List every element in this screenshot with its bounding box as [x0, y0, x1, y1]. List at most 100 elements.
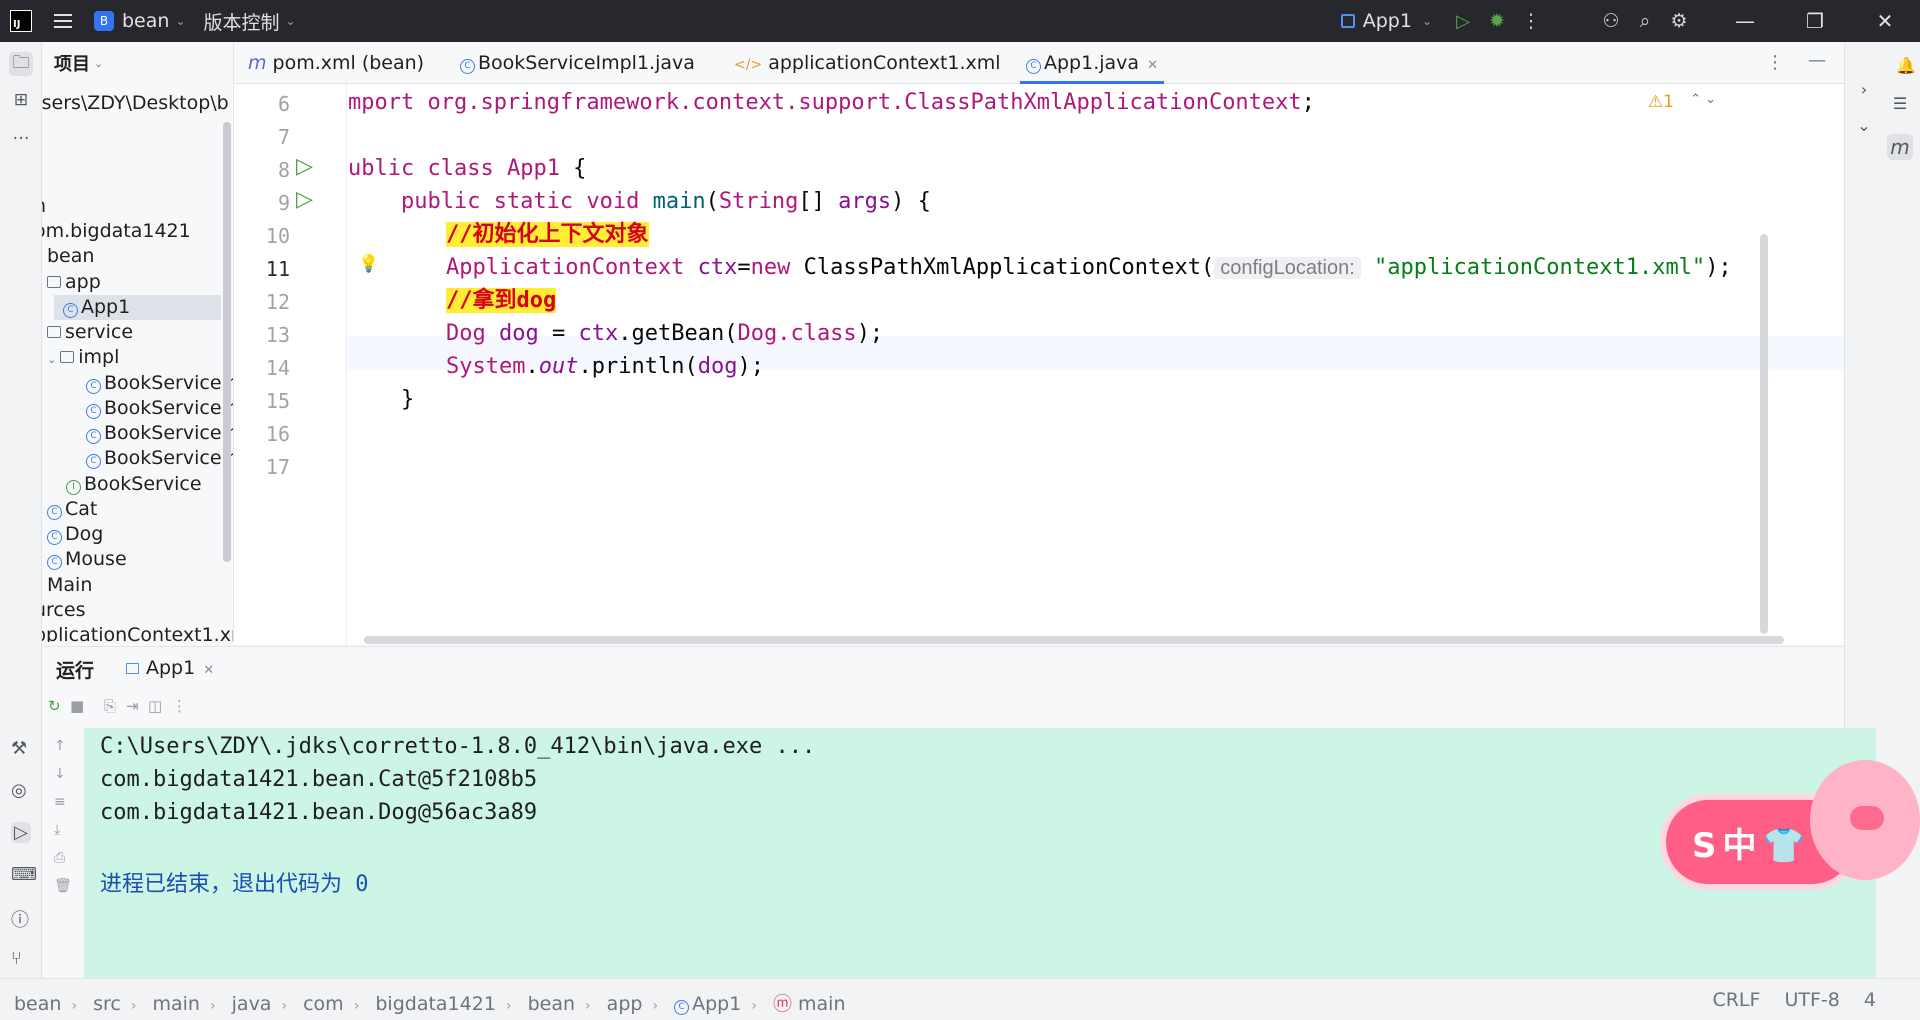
run-tool-icon[interactable]: ▷ — [11, 822, 31, 843]
lightbulb-icon[interactable]: 💡 — [358, 254, 379, 274]
minimize-button[interactable]: — — [1710, 9, 1780, 33]
run-icon[interactable]: ▷ — [1446, 11, 1480, 32]
scroll-down-icon[interactable]: ↓ — [54, 766, 66, 782]
code-editor[interactable]: 6 7 8 9 10 11 12 13 14 15 16 17 ▷ ▷ 💡 mp… — [234, 84, 1844, 644]
project-panel-header[interactable]: 项目 ⌄ — [42, 42, 233, 84]
tree-item-app[interactable]: app — [47, 270, 101, 295]
tree-item-dog[interactable]: C Dog — [47, 522, 103, 547]
structure-tool-icon[interactable]: ⊞ — [9, 88, 33, 112]
settings-icon[interactable]: ⚙ — [1662, 10, 1696, 32]
git-icon[interactable]: ⑂ — [11, 948, 22, 969]
tree-item[interactable]: C BookServiceIn — [86, 446, 233, 471]
tree-item-service[interactable]: service — [47, 320, 133, 345]
restore-button[interactable]: ❐ — [1780, 9, 1850, 33]
search-icon[interactable]: ⌕ — [1628, 10, 1662, 32]
chevron-down-icon[interactable]: ⌄ — [1851, 112, 1877, 138]
indent-widget[interactable]: 4 — [1864, 989, 1876, 1011]
camera-icon[interactable]: ⎘ — [104, 697, 116, 715]
tab-applicationcontext1[interactable]: </> applicationContext1.xml — [734, 42, 1001, 84]
tree-item[interactable]: C BookServiceIn — [86, 371, 233, 396]
more-icon[interactable]: ⋮ — [172, 697, 187, 715]
project-name[interactable]: bean — [122, 10, 169, 32]
tab-pom-xml[interactable]: m pom.xml (bean) — [248, 42, 424, 84]
tree-item[interactable]: om.bigdata1421 — [42, 219, 191, 244]
chevron-down-icon[interactable]: ⌄ — [47, 353, 56, 366]
chevron-right-icon[interactable]: › — [1851, 76, 1877, 102]
editor-horizontal-scrollbar[interactable] — [364, 636, 1784, 644]
soft-wrap-icon[interactable]: ≡ — [54, 794, 66, 810]
breadcrumb-item[interactable]: App1 — [692, 993, 741, 1015]
close-tab-icon[interactable]: ✕ — [1147, 58, 1158, 73]
project-scrollbar[interactable] — [223, 122, 231, 562]
build-icon[interactable]: ⚒ — [11, 738, 27, 759]
line-separator-widget[interactable]: CRLF — [1712, 989, 1760, 1011]
project-badge-icon[interactable]: B — [94, 11, 114, 31]
tree-item-bookservice[interactable]: I BookService — [66, 472, 202, 497]
tree-item[interactable]: C BookServiceIn — [86, 396, 233, 421]
database-icon[interactable]: ☰ — [1887, 90, 1913, 116]
debug-icon[interactable]: ✹ — [1480, 10, 1514, 32]
tab-app1-java[interactable]: C App1.java ✕ — [1020, 42, 1164, 84]
run-config-selector[interactable]: App1 — [1363, 10, 1412, 32]
chevron-down-icon[interactable]: ⌄ — [1422, 14, 1432, 28]
maven-tool-icon[interactable]: m — [1887, 134, 1913, 160]
add-user-icon[interactable]: ⚇ — [1594, 10, 1628, 32]
tree-item[interactable]: n — [42, 194, 46, 219]
editor-gutter[interactable]: 6 7 8 9 10 11 12 13 14 15 16 17 ▷ ▷ — [234, 84, 346, 644]
trash-icon[interactable]: 🗑 — [54, 878, 72, 894]
rerun-icon[interactable]: ↻ — [48, 697, 61, 715]
breadcrumb-item[interactable]: main — [798, 993, 845, 1015]
tree-item-impl[interactable]: ⌄ impl — [47, 345, 119, 370]
tree-item-mouse[interactable]: C Mouse — [47, 547, 127, 572]
breadcrumb-item[interactable]: bean — [528, 993, 575, 1015]
encoding-widget[interactable]: UTF-8 — [1784, 989, 1839, 1011]
notifications-icon[interactable]: 🔔 — [1893, 52, 1919, 78]
breadcrumb-item[interactable]: bean — [14, 993, 61, 1015]
console-line: C:\Users\ZDY\.jdks\corretto-1.8.0_412\bi… — [100, 734, 816, 759]
more-tools-icon[interactable]: … — [9, 122, 33, 146]
print-icon[interactable]: ⎙ — [54, 850, 65, 866]
vcs-menu[interactable]: 版本控制 — [204, 8, 280, 35]
scroll-to-end-icon[interactable]: ⤓ — [54, 822, 60, 838]
layout-icon[interactable]: ◫ — [148, 697, 162, 715]
scroll-up-icon[interactable]: ↑ — [54, 738, 66, 754]
breadcrumb-item[interactable]: java — [232, 993, 272, 1015]
more-icon[interactable]: ⋮ — [1514, 10, 1548, 32]
tree-item-bean[interactable]: bean — [47, 244, 94, 269]
console-output[interactable]: C:\Users\ZDY\.jdks\corretto-1.8.0_412\bi… — [84, 728, 1876, 978]
warning-navigation[interactable]: ⌃ ⌄ — [1690, 92, 1716, 107]
breadcrumb-item[interactable]: app — [607, 993, 643, 1015]
tree-item[interactable]: C BookServiceIn — [86, 421, 233, 446]
breadcrumb-item[interactable]: main — [153, 993, 200, 1015]
minimize-editor-icon[interactable]: — — [1808, 50, 1826, 71]
tree-item-appctx[interactable]: pplicationContext1.xn — [42, 623, 233, 642]
project-tool-icon[interactable]: 🗀 — [9, 52, 33, 76]
run-main-icon[interactable]: ▷ — [296, 187, 313, 212]
login-icon[interactable]: ⇥ — [126, 697, 139, 715]
tree-item-main[interactable]: Main — [47, 573, 92, 598]
warning-indicator[interactable]: ⚠1 — [1648, 92, 1674, 112]
intellij-logo-icon[interactable]: IJ — [10, 10, 32, 32]
close-button[interactable]: ✕ — [1850, 9, 1920, 33]
terminal-icon[interactable]: ⌨ — [11, 864, 37, 885]
run-class-icon[interactable]: ▷ — [296, 154, 313, 179]
tree-item-cat[interactable]: C Cat — [47, 497, 97, 522]
problems-icon[interactable]: ⓘ — [11, 906, 29, 932]
tree-item-app1[interactable]: C App1 — [54, 295, 221, 320]
tabs-more-icon[interactable]: ⋮ — [1766, 52, 1784, 73]
stop-icon[interactable]: ■ — [70, 697, 84, 715]
run-tab-app1[interactable]: App1 ✕ — [126, 647, 214, 689]
breadcrumb-item[interactable]: com — [303, 993, 344, 1015]
breadcrumb-item[interactable]: bigdata1421 — [375, 993, 496, 1015]
tree-item-resources[interactable]: urces — [42, 598, 85, 623]
close-tab-icon[interactable]: ✕ — [203, 663, 214, 678]
chevron-down-icon[interactable]: ⌄ — [94, 57, 103, 70]
tab-bookserviceimpl1[interactable]: C BookServiceImpl1.java — [460, 42, 695, 84]
main-menu-icon[interactable] — [54, 14, 72, 28]
breadcrumb-item[interactable]: src — [93, 993, 121, 1015]
services-icon[interactable]: ◎ — [11, 780, 27, 801]
project-path[interactable]: Jsers\ZDY\Desktop\b — [42, 91, 229, 116]
editor-vertical-scrollbar[interactable] — [1760, 234, 1768, 634]
chevron-down-icon[interactable]: ⌄ — [175, 14, 185, 28]
chevron-down-icon[interactable]: ⌄ — [286, 14, 296, 28]
